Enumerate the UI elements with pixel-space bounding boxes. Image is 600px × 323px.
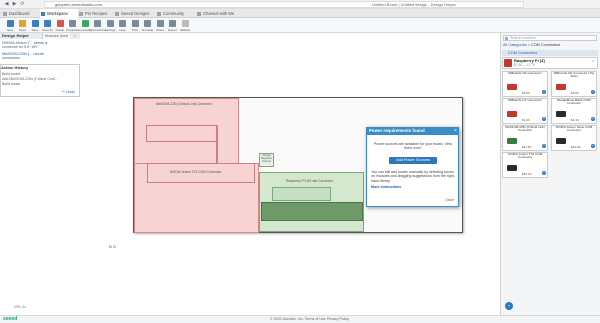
raspberry-pi-connector-label: Raspberry Pi HAT-site Connector <box>286 179 333 183</box>
history-item[interactable]: Build board <box>2 72 20 76</box>
module-card-price: $6.00 <box>571 91 579 95</box>
selected-module-price: $7.46 — 11.79 <box>514 63 535 67</box>
module-card-title: MiniSOM-225x [Critical Link] Connector <box>505 125 545 133</box>
save-as-icon <box>44 20 51 27</box>
module-card-title: BeagleBone Black COM Connector <box>557 98 591 106</box>
minisom-connector-label: MiniSOM-225x [Critical Link] Connector <box>156 102 212 106</box>
browser-title: Untitled Board | Untitled design - Desig… <box>372 2 456 7</box>
copyright-text: © 2020 Gumstix, Inc. Terms of Use Privac… <box>270 317 350 321</box>
add-module-icon[interactable]: + <box>542 144 546 148</box>
module-card-title: NVIDIA Jetson TX2 COM Connector <box>507 152 543 160</box>
share-icon <box>156 20 164 27</box>
community-icon <box>157 11 161 16</box>
jetson-connector-label: NVIDIA Jetson TX2 COM Connector <box>170 170 222 174</box>
module-card-price: $10.00 <box>522 172 532 176</box>
designs-icon <box>115 11 119 16</box>
popup-close-button[interactable]: Close <box>445 198 454 202</box>
add-module-icon[interactable]: + <box>542 90 546 94</box>
add-module-icon[interactable]: + <box>591 144 595 148</box>
toolbar-button-validate[interactable]: Validate <box>178 18 192 33</box>
connector-icon <box>507 111 517 117</box>
popup-close-icon[interactable]: × <box>454 127 457 135</box>
validate-icon <box>181 20 189 27</box>
helper-item-sub: connector for 5.5~19V <box>2 45 38 49</box>
hat-header <box>272 187 331 201</box>
connector-icon <box>507 165 517 171</box>
forward-icon[interactable]: ▶ <box>12 2 17 7</box>
more-instructions-link[interactable]: More instructions <box>371 185 401 189</box>
module-card-price: $6.00 <box>522 91 530 95</box>
add-power-sources-button[interactable]: Add Power Sources <box>389 157 437 164</box>
tab-community[interactable]: Community <box>156 9 196 18</box>
connector-icon <box>81 20 89 27</box>
tab-channel[interactable]: Channel with Me <box>196 9 246 18</box>
history-item[interactable]: Build board <box>2 82 20 86</box>
workspace-icon <box>41 11 45 16</box>
scale-label: N G <box>109 244 117 249</box>
toolbar-label: Validate <box>179 28 191 32</box>
popup-title: Power requirements found <box>366 127 459 135</box>
seeed-logo: seeed <box>3 316 18 322</box>
back-icon[interactable]: ◀ <box>4 2 9 7</box>
connector-icon <box>507 138 517 144</box>
export-icon <box>169 20 176 27</box>
raspberry-pi-footprint <box>261 202 363 221</box>
add-icon[interactable]: + <box>505 302 513 310</box>
channel-icon <box>197 11 201 16</box>
modules-used-tab[interactable]: Modules Used <box>42 33 70 39</box>
module-card-price: $11.50 <box>522 145 532 149</box>
add-module-icon[interactable]: + <box>542 171 546 175</box>
search-icon <box>505 36 508 40</box>
dashboard-icon <box>3 11 7 16</box>
settings-icon <box>106 20 114 27</box>
library-search-input[interactable]: Search modules <box>503 35 597 41</box>
connections-icon <box>94 20 101 27</box>
add-module-icon[interactable]: + <box>591 90 595 94</box>
voltage-regulator-box[interactable]: Voltage Regulator (Jetson) <box>259 153 274 167</box>
tab-seeed-designs[interactable]: Seeed Designs <box>114 9 156 18</box>
module-card-title: 96Boards CE Connector <box>508 71 542 75</box>
add-module-icon[interactable]: + <box>542 117 546 121</box>
helper-item-sub: connectors <box>2 56 20 60</box>
action-history-title: Action History <box>1 65 29 70</box>
duplicate-icon <box>69 20 76 27</box>
popup-hint: You can still add power manually by sele… <box>371 170 456 183</box>
simulate-icon <box>144 20 151 27</box>
tab-workspace[interactable]: Workspace <box>40 9 78 18</box>
connector-icon <box>556 84 566 90</box>
power-requirements-popup <box>366 127 459 207</box>
module-card-title: 96Boards IoT Connector <box>508 98 542 102</box>
save-icon <box>31 20 39 27</box>
library-breadcrumb[interactable]: All Categories > COM Connectors <box>503 43 560 48</box>
delete-icon <box>56 20 64 27</box>
module-card-price: $4.26 <box>522 118 530 122</box>
add-module-icon[interactable]: + <box>591 117 595 121</box>
reload-icon[interactable]: ⟳ <box>20 2 25 7</box>
minisom-footprint <box>146 125 217 142</box>
help-icon <box>119 20 126 27</box>
module-card-price: $10.00 <box>571 145 581 149</box>
module-card-title: NVIDIA Jetson Nano COM Connector <box>555 125 593 133</box>
raspberry-pi-icon <box>504 59 512 67</box>
history-item[interactable]: Add MiniSOM-225x [Critical Coni... <box>2 77 58 81</box>
tab-dashboard[interactable]: Dashboard <box>2 9 40 18</box>
library-section-header[interactable]: COM Connectors <box>502 50 598 56</box>
tab-pin-recipes[interactable]: Pin Recipes <box>78 9 114 18</box>
pin-icon <box>79 11 83 16</box>
close-icon[interactable]: × <box>592 58 594 63</box>
new-icon <box>6 20 14 27</box>
module-card-price: $4.10 <box>571 118 579 122</box>
print-icon <box>131 20 139 27</box>
connector-icon <box>507 84 517 90</box>
connector-icon <box>556 138 566 144</box>
footprint-edge <box>216 125 218 163</box>
popup-message: Power sources are available for your boa… <box>373 142 453 151</box>
connector-icon <box>556 111 566 117</box>
undo-button[interactable]: ↶ Undo <box>62 90 75 94</box>
module-card-title: 96Boards CE Connector (Top Side) <box>553 71 595 79</box>
zoom-level: DRC 0x <box>14 305 26 309</box>
open-icon <box>19 20 26 27</box>
close-icon[interactable]: × <box>74 33 76 39</box>
